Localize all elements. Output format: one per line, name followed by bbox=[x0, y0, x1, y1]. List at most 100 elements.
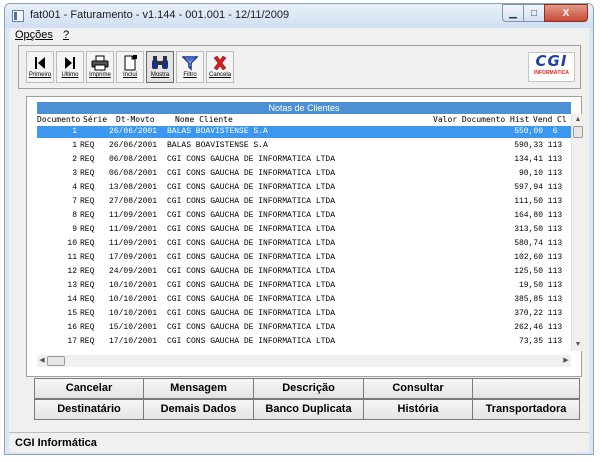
col-hist[interactable]: Hist bbox=[510, 114, 529, 126]
table-row[interactable]: 126/06/2001BALAS BOAVISTENSE S.A550,0061 bbox=[37, 126, 576, 138]
horizontal-scrollbar[interactable]: ◀ ▶ bbox=[37, 355, 571, 367]
maximize-button[interactable]: □ bbox=[523, 4, 545, 22]
cell-serie: REQ bbox=[80, 309, 95, 318]
table-row[interactable]: 7 REQ 27/08/2001 CGI CONS GAUCHA DE INFORMA… bbox=[37, 196, 576, 208]
cell-valor-documento: 580,74 bbox=[514, 239, 543, 248]
show-button[interactable]: Mostra bbox=[146, 51, 174, 83]
table-row[interactable]: 17 REQ 17/10/2001 CGI CONS GAUCHA DE INFORM… bbox=[37, 336, 576, 348]
cell-valor-documento: 550,00 bbox=[514, 127, 543, 136]
table-row[interactable]: 3 REQ 06/08/2001 CGI CONS GAUCHA DE INFORMA… bbox=[37, 168, 576, 180]
cell-dt-movto: 06/08/2001 bbox=[109, 155, 158, 164]
table-row[interactable]: 8 REQ 11/09/2001 CGI CONS GAUCHA DE INFORMA… bbox=[37, 210, 576, 222]
cell-documento: 15 bbox=[67, 309, 77, 318]
minimize-button[interactable]: ▁ bbox=[502, 4, 524, 22]
table-row[interactable]: 2 REQ 06/08/2001 CGI CONS GAUCHA DE INFORMA… bbox=[37, 154, 576, 166]
table-row[interactable]: 11 REQ 17/09/2001 CGI CONS GAUCHA DE INFORM… bbox=[37, 252, 576, 264]
cell-dt-movto: 15/10/2001 bbox=[109, 323, 158, 332]
cell-documento: 9 bbox=[72, 225, 77, 234]
cancelar-button[interactable]: Cancelar bbox=[34, 378, 144, 399]
cell-documento: 2 bbox=[72, 155, 77, 164]
status-bar: CGI Informática bbox=[9, 432, 589, 452]
cell-dt-movto: 11/09/2001 bbox=[109, 211, 158, 220]
col-nome-cliente[interactable]: Nome Cliente bbox=[175, 114, 233, 126]
col-serie[interactable]: Série bbox=[83, 114, 107, 126]
cancel-toolbar-button[interactable]: Cancela bbox=[206, 51, 234, 83]
cell-documento: 3 bbox=[72, 169, 77, 178]
col-dt-movto[interactable]: Dt-Movto bbox=[116, 114, 155, 126]
cell-dt-movto: 10/10/2001 bbox=[109, 295, 158, 304]
consultar-button[interactable]: Consultar bbox=[363, 378, 473, 399]
table-row[interactable]: 16 REQ 15/10/2001 CGI CONS GAUCHA DE INFORM… bbox=[37, 322, 576, 334]
cell-nome-cliente: CGI CONS GAUCHA DE INFORMATICA LTDA bbox=[167, 253, 336, 262]
table-row[interactable]: 4 REQ 13/08/2001 CGI CONS GAUCHA DE INFORMA… bbox=[37, 182, 576, 194]
cell-serie: REQ bbox=[80, 337, 95, 346]
col-valor-documento[interactable]: Valor Documento bbox=[433, 114, 505, 126]
print-button-label: Imprime bbox=[89, 72, 111, 78]
menu-opcoes[interactable]: Opções bbox=[15, 29, 53, 41]
cell-serie: REQ bbox=[80, 253, 95, 262]
scroll-right-arrow-icon[interactable]: ▶ bbox=[561, 355, 571, 367]
table-row[interactable]: 12 REQ 24/09/2001 CGI CONS GAUCHA DE INFORM… bbox=[37, 266, 576, 278]
include-button[interactable]: Inclui bbox=[116, 51, 144, 83]
table-row[interactable]: 13 REQ 10/10/2001 CGI CONS GAUCHA DE INFORM… bbox=[37, 280, 576, 292]
cell-nome-cliente: BALAS BOAVISTENSE S.A bbox=[167, 141, 268, 150]
cell-dt-movto: 10/10/2001 bbox=[109, 281, 158, 290]
client-area: Opções ? Primeiro Ultimo Imprime Inclui … bbox=[9, 28, 589, 452]
first-record-icon bbox=[27, 52, 53, 72]
cell-valor-documento: 370,22 bbox=[514, 309, 543, 318]
scroll-left-arrow-icon[interactable]: ◀ bbox=[37, 355, 47, 367]
menu-bar: Opções ? bbox=[9, 28, 589, 44]
destinatario-button[interactable]: Destinatário bbox=[34, 399, 144, 420]
first-button[interactable]: Primeiro bbox=[26, 51, 54, 83]
cancel-toolbar-button-label: Cancela bbox=[208, 72, 231, 78]
grid-header: Documento Série Dt-Movto Nome Cliente Va… bbox=[37, 114, 571, 126]
banco-duplicata-button[interactable]: Banco Duplicata bbox=[253, 399, 364, 420]
demais-dados-button[interactable]: Demais Dados bbox=[143, 399, 254, 420]
col-vend[interactable]: Vend bbox=[533, 114, 552, 126]
new-document-icon bbox=[117, 52, 143, 72]
cell-nome-cliente: CGI CONS GAUCHA DE INFORMATICA LTDA bbox=[167, 323, 336, 332]
grid-panel: Notas de Clientes Documento Série Dt-Mov… bbox=[26, 96, 583, 377]
cell-nome-cliente: CGI CONS GAUCHA DE INFORMATICA LTDA bbox=[167, 183, 336, 192]
print-button[interactable]: Imprime bbox=[86, 51, 114, 83]
vertical-scroll-thumb[interactable] bbox=[573, 126, 583, 138]
vertical-scrollbar[interactable]: ▲ ▼ bbox=[571, 114, 583, 351]
table-row[interactable]: 10 REQ 11/09/2001 CGI CONS GAUCHA DE INFORM… bbox=[37, 238, 576, 250]
show-button-label: Mostra bbox=[150, 72, 170, 78]
scroll-up-arrow-icon[interactable]: ▲ bbox=[572, 114, 584, 126]
col-documento[interactable]: Documento bbox=[37, 114, 80, 126]
title-bar[interactable]: fat001 - Faturamento - v1.144 - 001.001 … bbox=[5, 4, 593, 28]
last-record-icon bbox=[57, 52, 83, 72]
grid-body: 1 26/06/2001 BALAS BOAVISTENSE S.A 550,00 6 1… bbox=[37, 126, 576, 351]
mensagem-button[interactable]: Mensagem bbox=[143, 378, 254, 399]
cell-serie: REQ bbox=[80, 211, 95, 220]
cell-documento: 14 bbox=[67, 295, 77, 304]
scroll-down-arrow-icon[interactable]: ▼ bbox=[572, 339, 584, 351]
empty-action-button[interactable] bbox=[472, 378, 580, 399]
table-row[interactable]: 14 REQ 10/10/2001 CGI CONS GAUCHA DE INFORM… bbox=[37, 294, 576, 306]
last-button[interactable]: Ultimo bbox=[56, 51, 84, 83]
transportadora-button[interactable]: Transportadora bbox=[472, 399, 580, 420]
cell-serie: REQ bbox=[80, 239, 95, 248]
cell-valor-documento: 134,41 bbox=[514, 155, 543, 164]
table-row[interactable]: 1 REQ 26/06/2001 BALAS BOAVISTENSE S.A 590,3… bbox=[37, 140, 576, 152]
menu-help[interactable]: ? bbox=[63, 29, 69, 41]
historia-button[interactable]: História bbox=[363, 399, 473, 420]
window-title: fat001 - Faturamento - v1.144 - 001.001 … bbox=[30, 9, 290, 21]
cell-serie: REQ bbox=[80, 197, 95, 206]
close-button[interactable]: X bbox=[544, 4, 588, 22]
cell-documento: 17 bbox=[67, 337, 77, 346]
cell-valor-documento: 90,10 bbox=[518, 169, 543, 178]
cell-valor-documento: 262,46 bbox=[514, 323, 543, 332]
app-window: fat001 - Faturamento - v1.144 - 001.001 … bbox=[4, 3, 594, 455]
filter-button[interactable]: Filtro bbox=[176, 51, 204, 83]
logo-main-text: CGI bbox=[535, 52, 568, 70]
col-cl[interactable]: Cl bbox=[557, 114, 567, 126]
window-icon bbox=[12, 10, 24, 22]
cell-valor-documento: 385,85 bbox=[514, 295, 543, 304]
table-row[interactable]: 9 REQ 11/09/2001 CGI CONS GAUCHA DE INFORMA… bbox=[37, 224, 576, 236]
horizontal-scroll-thumb[interactable] bbox=[47, 356, 65, 366]
include-button-label: Inclui bbox=[122, 72, 137, 78]
descricao-button[interactable]: Descrição bbox=[253, 378, 364, 399]
table-row[interactable]: 15 REQ 10/10/2001 CGI CONS GAUCHA DE INFORM… bbox=[37, 308, 576, 320]
